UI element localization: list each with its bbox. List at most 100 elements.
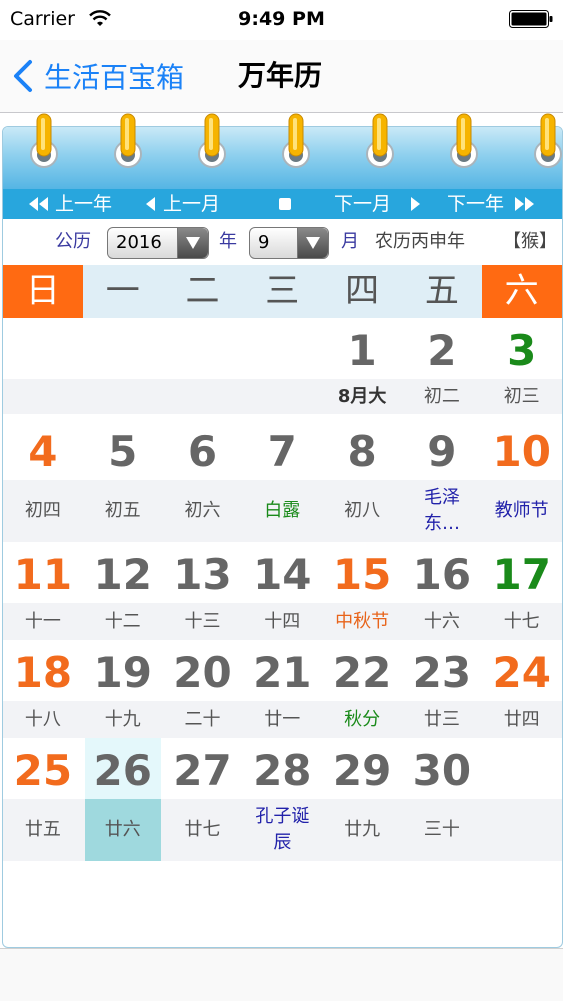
month-select-toggle[interactable] — [297, 228, 328, 258]
status-time: 9:49 PM — [238, 8, 325, 30]
weekday-5: 五 — [424, 271, 459, 311]
weekday-1: 一 — [105, 271, 140, 311]
day-cell[interactable]: 20 二十 — [163, 640, 243, 738]
bottom-toolbar — [0, 948, 563, 1001]
weekday-3: 三 — [265, 271, 300, 311]
day-number: 11 — [13, 550, 73, 599]
day-number: 22 — [332, 648, 392, 697]
day-number: 16 — [412, 550, 472, 599]
day-cell[interactable]: 6 初六 — [163, 414, 243, 542]
prev-month-button[interactable]: 上一月 — [145, 189, 220, 219]
weekday-header: 日一 二 三 四 五六 — [3, 265, 562, 318]
day-cell[interactable]: 16 十六 — [402, 542, 482, 640]
calendar-week-row: 18 十八 19 十九 20 二十 21 廿一 22 秋分 23 廿三 24 廿四 — [3, 640, 562, 738]
chevron-left-icon — [14, 60, 32, 92]
lunar-label: 初五 — [104, 500, 141, 521]
day-number: 3 — [507, 326, 537, 375]
back-button[interactable]: 生活百宝箱 — [12, 54, 184, 98]
day-cell[interactable]: 24 廿四 — [482, 640, 562, 738]
day-number: 25 — [13, 746, 73, 795]
day-number: 27 — [173, 746, 232, 795]
day-cell[interactable]: 22 秋分 — [322, 640, 402, 738]
zodiac-label: 【猴】 — [503, 231, 557, 252]
double-left-arrow-icon — [29, 197, 48, 211]
day-number: 12 — [93, 550, 152, 599]
day-cell[interactable]: 7 白露 — [242, 414, 322, 542]
lunar-label: 初四 — [24, 500, 61, 521]
day-cell[interactable]: 9 毛泽东… — [402, 414, 482, 542]
day-cell[interactable]: 3 初三 — [482, 318, 562, 414]
day-cell[interactable]: 13 十三 — [163, 542, 243, 640]
prev-year-button[interactable]: 上一年 — [29, 189, 112, 219]
year-select[interactable]: 2016 — [107, 227, 209, 259]
day-number: 29 — [332, 746, 392, 795]
day-cell[interactable]: 12 十二 — [83, 542, 163, 640]
lunar-year-label: 农历丙申年 — [375, 231, 465, 252]
day-cell[interactable]: 19 十九 — [83, 640, 163, 738]
back-button-label: 生活百宝箱 — [44, 61, 185, 94]
day-number: 28 — [253, 746, 312, 795]
day-cell[interactable]: 8 初八 — [322, 414, 402, 542]
day-cell[interactable]: 29 廿九 — [322, 738, 402, 861]
day-number: 8 — [347, 427, 377, 476]
day-number: 17 — [492, 550, 551, 599]
lunar-label: 十六 — [423, 610, 460, 632]
day-cell-today[interactable]: 26 廿六 — [83, 738, 163, 861]
day-cell[interactable]: 1 8月大 — [322, 318, 402, 414]
day-cell[interactable]: 25 廿五 — [3, 738, 83, 861]
day-number: 2 — [427, 326, 457, 375]
day-cell[interactable]: 14 十四 — [242, 542, 322, 640]
binding-ring — [198, 113, 226, 168]
binding-ring — [366, 113, 394, 168]
day-cell[interactable]: 2 初二 — [402, 318, 482, 414]
calendar-week-row: 1 8月大 2 初二 3 初三 — [3, 318, 562, 414]
day-cell[interactable]: 30 三十 — [402, 738, 482, 861]
day-cell[interactable]: 27 廿七 — [163, 738, 243, 861]
day-cell[interactable]: 5 初五 — [83, 414, 163, 542]
lunar-label: 廿九 — [344, 819, 381, 840]
lunar-label: 廿六 — [104, 819, 141, 840]
binding-ring — [282, 113, 310, 168]
day-number: 1 — [347, 326, 377, 375]
weekday-0: 日 — [3, 265, 83, 318]
day-number: 13 — [173, 550, 232, 599]
lunar-label: 8月大 — [337, 385, 387, 407]
spiral-binding — [30, 113, 562, 168]
lunar-label: 十九 — [104, 708, 141, 730]
weekday-6: 六 — [481, 265, 562, 318]
day-cell[interactable]: 15 中秋节 — [322, 542, 402, 640]
day-number: 30 — [412, 746, 472, 795]
day-cell[interactable]: 11 十一 — [3, 542, 83, 640]
day-number: 21 — [253, 648, 312, 697]
binding-ring — [114, 113, 142, 168]
month-select[interactable]: 9 — [249, 227, 329, 259]
lunar-label: 十三 — [184, 610, 221, 632]
lunar-label: 二十 — [184, 708, 221, 730]
lunar-label: 廿五 — [24, 819, 61, 840]
year-select-toggle[interactable] — [177, 228, 208, 258]
next-month-button[interactable]: 下一月 — [334, 189, 421, 219]
today-button[interactable] — [278, 189, 298, 219]
lunar-label: 十四 — [264, 610, 301, 632]
lunar-label: 初二 — [423, 385, 460, 407]
day-cell[interactable]: 21 廿一 — [242, 640, 322, 738]
lunar-label: 毛泽东… — [424, 487, 460, 534]
lunar-label: 廿七 — [184, 819, 221, 840]
lunar-label: 初三 — [503, 385, 540, 407]
calendar-week-row: 25 廿五 26 廿六 27 廿七 28 孔子诞辰 29 廿九 30 三十 — [3, 738, 562, 861]
day-cell[interactable]: 18 十八 — [3, 640, 83, 738]
weekday-2: 二 — [185, 271, 220, 311]
lunar-label: 十一 — [24, 610, 61, 632]
navigation-controls: 上一年 上一月 下一月 下一年 — [3, 189, 562, 219]
day-cell[interactable]: 17 十七 — [482, 542, 562, 640]
lunar-label: 初六 — [184, 500, 221, 521]
day-cell[interactable]: 4 初四 — [3, 414, 83, 542]
day-cell[interactable]: 10 教师节 — [482, 414, 562, 542]
lunar-label: 秋分 — [344, 708, 381, 730]
day-cell[interactable]: 23 廿三 — [402, 640, 482, 738]
day-number: 5 — [108, 427, 138, 476]
next-year-button[interactable]: 下一年 — [447, 189, 535, 219]
lunar-label: 廿四 — [503, 708, 540, 730]
lunar-label: 初八 — [344, 500, 381, 521]
day-cell[interactable]: 28 孔子诞辰 — [242, 738, 322, 861]
